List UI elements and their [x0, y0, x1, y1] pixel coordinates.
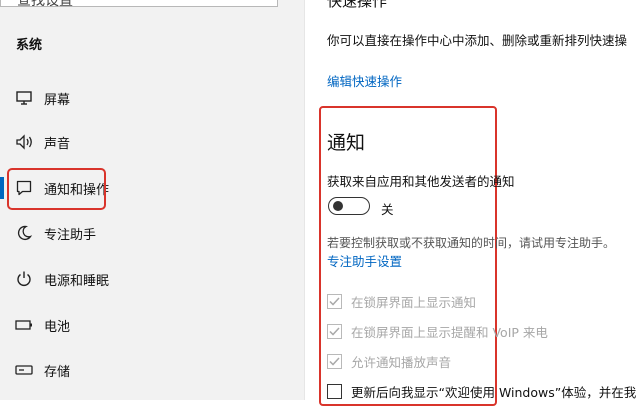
lockscreen-notifications-option: 在锁屏界面上显示通知	[327, 291, 476, 311]
quick-actions-title: 快速操作	[327, 0, 388, 10]
welcome-experience-option: 更新后向我显示“欢迎使用 Windows”体验，并在我	[327, 381, 636, 401]
battery-icon	[14, 315, 34, 335]
settings-content: 快速操作 你可以直接在操作中心中添加、删除或重新排列快速操 编辑快速操作 通知 …	[305, 0, 644, 406]
sidebar-item-label: 屏幕	[44, 92, 71, 108]
monitor-icon	[14, 88, 34, 108]
sidebar-item-label: 存储	[44, 364, 71, 380]
sidebar-item-label: 专注助手	[44, 227, 97, 243]
search-placeholder: 查找设置	[17, 0, 73, 9]
sidebar-item-focus-assist[interactable]: 专注助手	[0, 215, 304, 251]
lockscreen-notifications-checkbox[interactable]	[327, 293, 342, 309]
sidebar-item-sound[interactable]: 声音	[0, 124, 304, 160]
sidebar-item-label: 声音	[44, 136, 71, 152]
notification-sounds-option: 允许通知播放声音	[327, 351, 451, 371]
speaker-icon	[14, 132, 34, 152]
checkmark-icon	[329, 326, 340, 336]
quick-actions-description: 你可以直接在操作中心中添加、删除或重新排列快速操	[327, 33, 628, 48]
notification-sounds-checkbox[interactable]	[327, 353, 342, 369]
checkbox-label: 在锁屏界面上显示通知	[351, 294, 477, 310]
settings-sidebar: 查找设置 系统 屏幕 声音 通知和操作 专注助手 电源和睡眠 电池 存储	[0, 0, 304, 400]
focus-assist-description: 若要控制获取或不获取通知的时间，请试用专注助手。	[327, 236, 616, 250]
sidebar-section-title: 系统	[16, 38, 43, 53]
notifications-toggle[interactable]	[328, 197, 370, 215]
checkbox-label: 在锁屏界面上显示提醒和 VoIP 来电	[351, 324, 548, 340]
search-box[interactable]: 查找设置	[0, 0, 278, 9]
checkbox-label: 允许通知播放声音	[351, 354, 452, 370]
checkmark-icon	[329, 296, 340, 306]
sidebar-item-display[interactable]: 屏幕	[0, 80, 304, 116]
focus-assist-settings-link[interactable]: 专注助手设置	[327, 251, 402, 270]
sidebar-item-storage[interactable]: 存储	[0, 352, 304, 388]
toggle-state-label: 关	[381, 202, 394, 217]
lockscreen-reminders-checkbox[interactable]	[327, 323, 342, 339]
storage-icon	[14, 360, 34, 380]
notifications-title: 通知	[327, 132, 366, 154]
sidebar-item-power[interactable]: 电源和睡眠	[0, 261, 304, 297]
welcome-experience-checkbox[interactable]	[327, 383, 342, 399]
checkbox-label: 更新后向我显示“欢迎使用 Windows”体验，并在我	[351, 384, 637, 400]
notifications-toggle-label: 获取来自应用和其他发送者的通知	[327, 174, 515, 189]
sidebar-item-battery[interactable]: 电池	[0, 307, 304, 343]
sidebar-item-label: 电池	[44, 319, 71, 335]
toggle-knob	[333, 201, 343, 211]
highlight-box	[7, 168, 106, 210]
checkmark-icon	[329, 356, 340, 366]
sidebar-item-label: 电源和睡眠	[44, 273, 110, 289]
power-icon	[14, 269, 34, 289]
moon-icon	[14, 223, 34, 243]
edit-quick-actions-link[interactable]: 编辑快速操作	[327, 71, 402, 90]
lockscreen-reminders-option: 在锁屏界面上显示提醒和 VoIP 来电	[327, 321, 548, 341]
